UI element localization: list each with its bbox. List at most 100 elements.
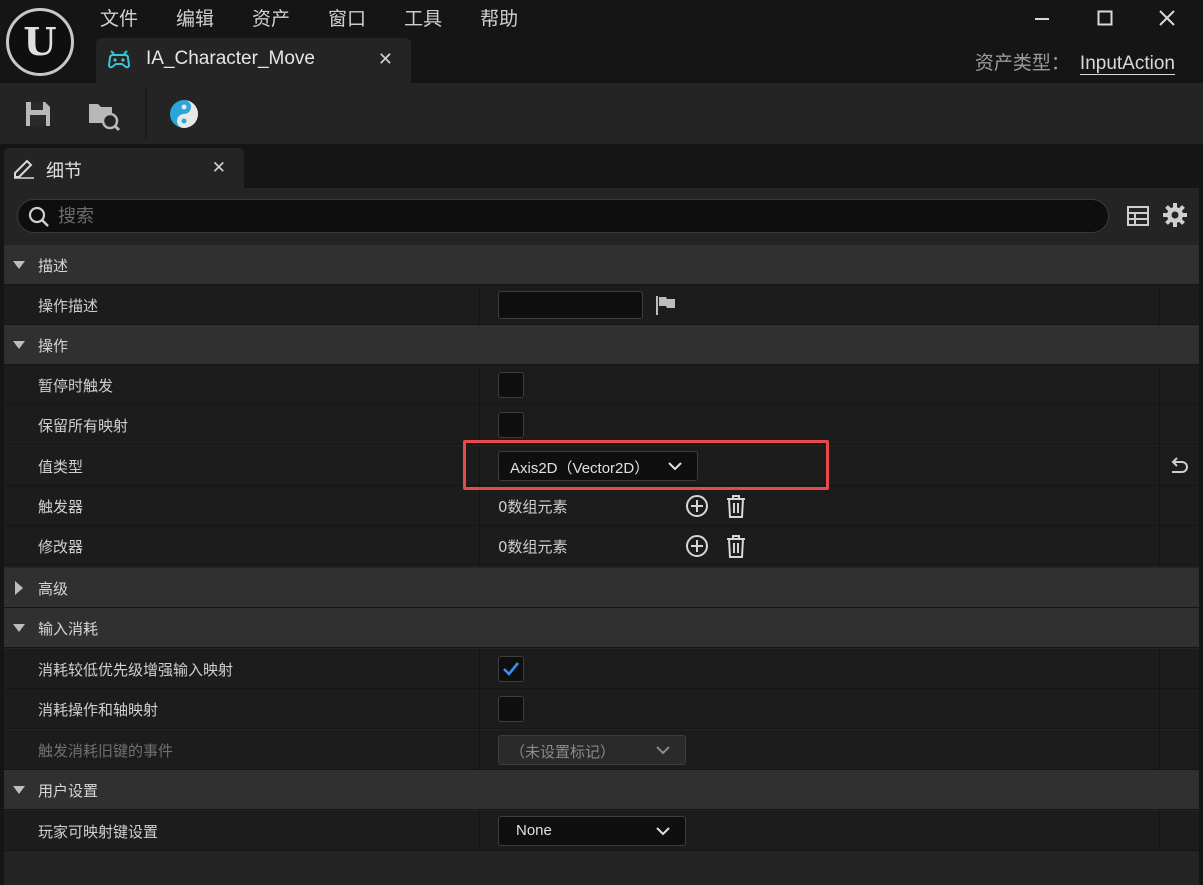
property-label: 保留所有映射 [38, 417, 129, 435]
expanded-arrow-icon [13, 786, 25, 794]
annotation-highlight-box [463, 440, 829, 490]
delete-trash-icon[interactable] [725, 493, 747, 519]
property-label: 消耗操作和轴映射 [38, 701, 159, 719]
asset-tab-close-button[interactable]: ✕ [378, 49, 393, 70]
property-row-reserve-all-mappings: 保留所有映射 [4, 405, 1199, 445]
property-label: 暂停时触发 [38, 377, 114, 395]
search-input[interactable] [58, 203, 1058, 229]
menu-edit[interactable]: 编辑 [176, 4, 214, 31]
expanded-arrow-icon [13, 261, 25, 269]
search-icon [28, 206, 49, 227]
column-divider [479, 405, 480, 445]
property-row-action-description: 操作描述 [4, 285, 1199, 325]
toolbar-separator [145, 89, 147, 139]
category-label: 描述 [38, 257, 69, 275]
source-control-button[interactable] [165, 95, 203, 133]
category-label: 操作 [38, 337, 69, 355]
column-divider [1159, 649, 1160, 689]
trigger-when-paused-checkbox[interactable] [498, 372, 524, 398]
column-divider [1159, 285, 1160, 325]
modifiers-array-count: 0数组元素 [498, 538, 568, 556]
property-label: 触发器 [38, 498, 84, 516]
property-matrix-icon[interactable] [1126, 204, 1150, 228]
menu-asset[interactable]: 资产 [252, 4, 290, 31]
browse-to-asset-button[interactable] [84, 95, 122, 133]
reserve-all-mappings-checkbox[interactable] [498, 412, 524, 438]
maximize-icon [1097, 10, 1113, 26]
consume-lower-priority-checkbox[interactable] [498, 656, 524, 682]
category-user-settings[interactable]: 用户设置 [4, 770, 1199, 810]
category-label: 高级 [38, 580, 69, 598]
asset-tab-title: IA_Character_Move [146, 48, 315, 69]
close-window-button[interactable] [1152, 4, 1182, 32]
localization-flag-icon[interactable] [655, 295, 677, 315]
chevron-down-icon [656, 827, 670, 836]
column-divider [479, 285, 480, 325]
property-row-consume-action-axis: 消耗操作和轴映射 [4, 689, 1199, 729]
settings-gear-icon[interactable] [1162, 202, 1188, 228]
details-tab[interactable]: 细节 ✕ [4, 148, 244, 188]
property-row-player-mappable-settings: 玩家可映射键设置 None [4, 811, 1199, 851]
search-bar [17, 199, 1109, 233]
asset-type-link[interactable]: InputAction [1080, 53, 1175, 74]
property-row-consume-lower-priority: 消耗较低优先级增强输入映射 [4, 649, 1199, 689]
input-action-icon [107, 50, 131, 69]
player-mappable-settings-dropdown[interactable]: None [498, 816, 686, 846]
collapsed-arrow-icon [15, 581, 23, 595]
triggers-array-count: 0数组元素 [498, 498, 568, 516]
property-label: 玩家可映射键设置 [38, 823, 159, 841]
property-row-triggers: 触发器 0数组元素 [4, 486, 1199, 526]
unreal-logo-glyph: U [23, 19, 57, 64]
details-tab-close-button[interactable]: ✕ [212, 158, 226, 178]
column-divider [479, 649, 480, 689]
details-tab-label: 细节 [46, 161, 82, 182]
category-label: 输入消耗 [38, 620, 99, 638]
menu-help[interactable]: 帮助 [480, 4, 518, 31]
expanded-arrow-icon [13, 341, 25, 349]
asset-tab[interactable]: IA_Character_Move ✕ [96, 38, 411, 83]
menu-file[interactable]: 文件 [100, 4, 138, 31]
reset-to-default-icon[interactable] [1168, 456, 1190, 476]
column-divider [1159, 730, 1160, 770]
category-label: 用户设置 [38, 782, 99, 800]
column-divider [1159, 689, 1160, 729]
column-divider [1159, 811, 1160, 851]
unreal-logo[interactable]: U [6, 8, 74, 76]
minimize-button[interactable] [1027, 4, 1057, 32]
category-advanced[interactable]: 高级 [4, 568, 1199, 608]
add-element-icon[interactable] [685, 494, 709, 518]
add-element-icon[interactable] [685, 534, 709, 558]
close-icon [1159, 10, 1175, 26]
legacy-key-events-dropdown[interactable]: （未设置标记） [498, 735, 686, 765]
column-divider [1159, 526, 1160, 566]
property-label: 值类型 [38, 458, 84, 476]
asset-type-label: 资产类型： [974, 52, 1070, 74]
category-describe[interactable]: 描述 [4, 245, 1199, 285]
edit-pencil-icon [14, 159, 34, 179]
consume-action-axis-checkbox[interactable] [498, 696, 524, 722]
maximize-button[interactable] [1090, 4, 1120, 32]
property-label: 操作描述 [38, 297, 99, 315]
action-description-field[interactable] [498, 291, 643, 319]
column-divider [479, 811, 480, 851]
expanded-arrow-icon [13, 624, 25, 632]
minimize-icon [1035, 18, 1049, 20]
column-divider [479, 486, 480, 526]
column-divider [479, 526, 480, 566]
column-divider [1159, 446, 1160, 486]
save-button[interactable] [19, 95, 57, 133]
property-row-trigger-when-paused: 暂停时触发 [4, 365, 1199, 405]
column-divider [1159, 405, 1160, 445]
toolbar [0, 83, 1203, 144]
category-input-consume[interactable]: 输入消耗 [4, 608, 1199, 648]
delete-trash-icon[interactable] [725, 533, 747, 559]
column-divider [1159, 486, 1160, 526]
details-panel: 描述 操作描述 操作 暂停时触发 保留所有映射 值类型 Axis2D（Vecto… [4, 188, 1199, 885]
property-label: 修改器 [38, 538, 84, 556]
category-action[interactable]: 操作 [4, 325, 1199, 365]
menu-tools[interactable]: 工具 [404, 4, 442, 31]
property-label: 消耗较低优先级增强输入映射 [38, 661, 234, 679]
property-row-trigger-consume-legacy: 触发消耗旧键的事件 （未设置标记） [4, 730, 1199, 770]
menu-window[interactable]: 窗口 [328, 4, 366, 31]
title-bar: U 文件 编辑 资产 窗口 工具 帮助 IA_Character_Move ✕ … [0, 0, 1203, 83]
